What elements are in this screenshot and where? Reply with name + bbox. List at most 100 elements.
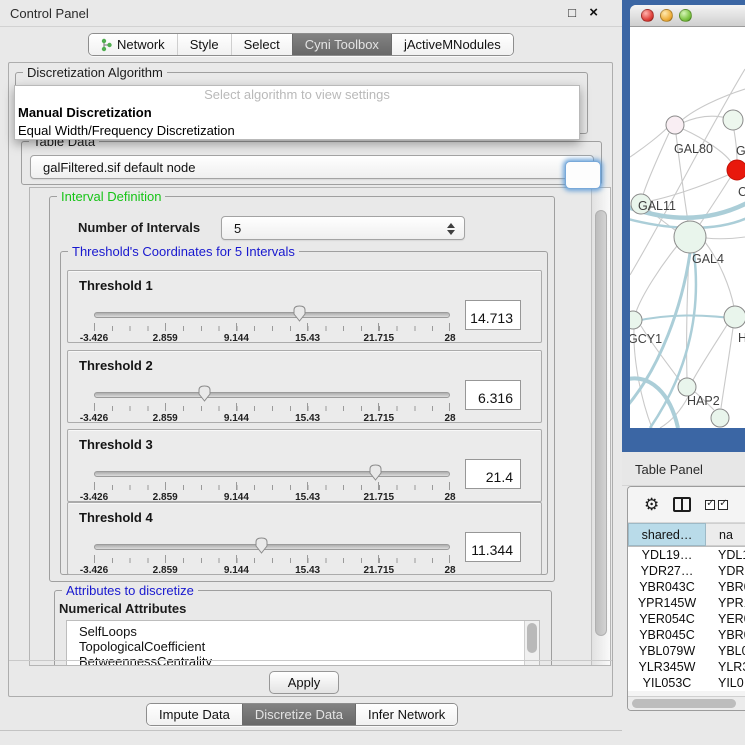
cell[interactable]: YIL0 xyxy=(706,675,745,691)
algorithm-combobox[interactable] xyxy=(565,161,601,189)
settings-scrollbar[interactable] xyxy=(591,188,610,665)
table-row[interactable]: YDR27… YDR2 xyxy=(628,563,745,579)
tab-select[interactable]: Select xyxy=(231,34,292,55)
gear-icon[interactable]: ⚙ xyxy=(644,496,659,513)
table-row[interactable]: YBR045C YBR0 xyxy=(628,627,745,643)
cell[interactable]: YBR0 xyxy=(706,579,745,595)
network-canvas[interactable]: GAL80 GA C GAL11 GAL4 GCY1 H HAP2 xyxy=(630,27,745,428)
table-row[interactable]: YDL19… YDL1 xyxy=(628,547,745,563)
cyni-mode-tabs: Impute Data Discretize Data Infer Networ… xyxy=(146,703,458,726)
column-header-name[interactable]: na xyxy=(706,523,745,546)
threshold-2-value-field[interactable] xyxy=(465,380,521,410)
list-item[interactable]: SelfLoops xyxy=(67,624,539,639)
node-gal80[interactable] xyxy=(666,116,684,134)
tick-label: 15.43 xyxy=(295,413,320,424)
mac-minimize-button[interactable] xyxy=(660,9,673,22)
network-window-titlebar[interactable] xyxy=(630,5,745,27)
cell[interactable]: YDL1 xyxy=(706,547,745,563)
cell[interactable]: YER054C xyxy=(628,611,706,627)
threshold-4-slider[interactable]: -3.426 2.859 9.144 15.43 21.715 28 xyxy=(94,537,450,573)
tab-cyni-toolbox[interactable]: Cyni Toolbox xyxy=(292,34,391,55)
slider-track[interactable] xyxy=(94,544,450,550)
slider-thumb[interactable] xyxy=(368,464,383,481)
cell[interactable]: YDL19… xyxy=(628,547,706,563)
cell[interactable]: YDR2 xyxy=(706,563,745,579)
table-panel-title: Table Panel xyxy=(635,462,703,477)
tick-label: 15.43 xyxy=(295,565,320,576)
cell[interactable]: YBL0 xyxy=(706,643,745,659)
cell[interactable]: YLR345W xyxy=(628,659,706,675)
dropdown-option-manual-discretization[interactable]: Manual Discretization xyxy=(15,104,579,122)
threshold-3-box: Threshold 3 -3.426 2.859 9.144 15.43 21.… xyxy=(67,429,542,502)
tab-network[interactable]: Network xyxy=(89,34,177,55)
cell[interactable]: YPR145W xyxy=(628,595,706,611)
checkbox-icon[interactable] xyxy=(718,500,728,510)
checkbox-icon[interactable] xyxy=(705,500,715,510)
table-row[interactable]: YIL053C YIL0 xyxy=(628,675,745,691)
threshold-2-slider[interactable]: -3.426 2.859 9.144 15.43 21.715 28 xyxy=(94,385,450,421)
cell[interactable]: YBR0 xyxy=(706,627,745,643)
threshold-4-value-field[interactable] xyxy=(465,532,521,562)
node[interactable] xyxy=(711,409,729,427)
table-row[interactable]: YPR145W YPR1 xyxy=(628,595,745,611)
network-icon xyxy=(101,38,112,52)
close-icon[interactable]: × xyxy=(589,4,598,21)
node-gcy1[interactable] xyxy=(630,311,642,329)
slider-thumb[interactable] xyxy=(292,305,307,322)
cell[interactable]: YLR3 xyxy=(706,659,745,675)
tab-discretize-data[interactable]: Discretize Data xyxy=(242,704,355,725)
mac-close-button[interactable] xyxy=(641,9,654,22)
slider-ticks xyxy=(94,403,450,411)
table-row[interactable]: YBR043C YBR0 xyxy=(628,579,745,595)
table-row[interactable]: YER054C YER0 xyxy=(628,611,745,627)
table-row[interactable]: YBL079W YBL0 xyxy=(628,643,745,659)
interval-definition-group: Interval Definition Number of Intervals … xyxy=(49,196,555,582)
cell[interactable]: YPR1 xyxy=(706,595,745,611)
cell[interactable]: YBR045C xyxy=(628,627,706,643)
tick-label: 28 xyxy=(444,333,455,344)
number-of-intervals-combobox[interactable]: 5 xyxy=(221,216,465,240)
node-label: GAL11 xyxy=(638,199,676,213)
apply-button[interactable]: Apply xyxy=(269,671,339,694)
table-data-combobox[interactable]: galFiltered.sif default node xyxy=(30,155,594,179)
threshold-2-box: Threshold 2 -3.426 2.859 9.144 15.43 21.… xyxy=(67,350,542,423)
node[interactable] xyxy=(723,110,743,130)
table-horizontal-scrollbar[interactable] xyxy=(628,696,745,710)
node-gal4[interactable] xyxy=(674,221,706,253)
cell[interactable]: YBR043C xyxy=(628,579,706,595)
slider-thumb[interactable] xyxy=(197,385,212,402)
threshold-1-slider[interactable]: -3.426 2.859 9.144 15.43 21.715 28 xyxy=(94,305,450,341)
tab-style[interactable]: Style xyxy=(177,34,231,55)
table-row[interactable]: YLR345W YLR3 xyxy=(628,659,745,675)
threshold-3-slider[interactable]: -3.426 2.859 9.144 15.43 21.715 28 xyxy=(94,464,450,500)
node-label: GA xyxy=(736,144,745,158)
tick-label: 21.715 xyxy=(364,413,395,424)
tab-infer-network[interactable]: Infer Network xyxy=(355,704,457,725)
slider-thumb[interactable] xyxy=(254,537,269,554)
threshold-3-value-field[interactable] xyxy=(465,459,521,489)
node-h[interactable] xyxy=(724,306,745,328)
cell[interactable]: YBL079W xyxy=(628,643,706,659)
slider-track[interactable] xyxy=(94,312,450,318)
cell[interactable]: YER0 xyxy=(706,611,745,627)
slider-track[interactable] xyxy=(94,471,450,477)
threshold-1-value-field[interactable] xyxy=(465,300,521,330)
node-selected-red[interactable] xyxy=(727,160,745,180)
split-columns-icon[interactable] xyxy=(673,497,691,512)
tab-jactivemnodules[interactable]: jActiveMNodules xyxy=(391,34,513,55)
tick-label: 28 xyxy=(444,413,455,424)
cell[interactable]: YDR27… xyxy=(628,563,706,579)
cyni-toolbox-panel: Discretization Algorithm Select algorith… xyxy=(8,62,613,697)
slider-track[interactable] xyxy=(94,392,450,398)
attributes-group-title: Attributes to discretize xyxy=(62,583,198,598)
cell[interactable]: YIL053C xyxy=(628,675,706,691)
float-window-icon[interactable]: □ xyxy=(568,5,576,20)
column-header-shared-name[interactable]: shared… xyxy=(628,523,706,546)
mac-zoom-button[interactable] xyxy=(679,9,692,22)
dropdown-option-equal-width-frequency[interactable]: Equal Width/Frequency Discretization xyxy=(15,122,579,140)
tab-impute-data[interactable]: Impute Data xyxy=(147,704,242,725)
tab-discretize-data-label: Discretize Data xyxy=(255,707,343,722)
control-panel-tabs: Network Style Select Cyni Toolbox jActiv… xyxy=(88,33,514,56)
list-item[interactable]: TopologicalCoefficient xyxy=(67,639,539,654)
slider-ticks xyxy=(94,555,450,563)
